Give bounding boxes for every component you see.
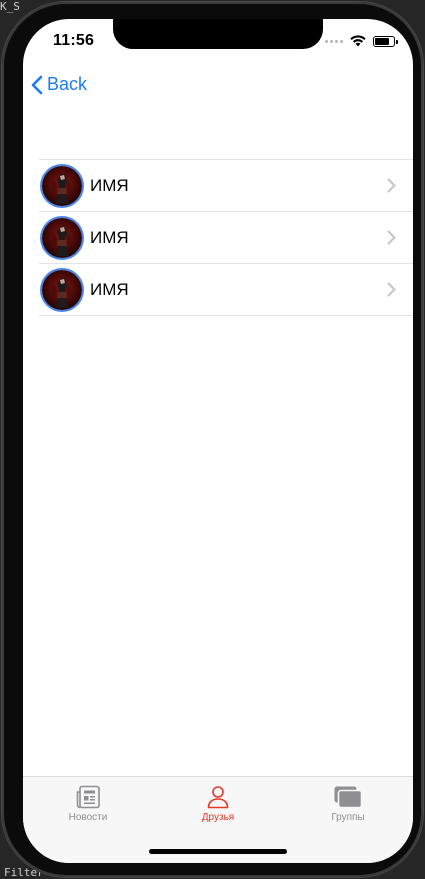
friend-row[interactable]: ИМЯ [39,159,413,211]
tab-friends[interactable]: Друзья [163,785,273,823]
phone-frame: 11:56 Back ИМЯ ИМЯ ИМЯ Новости Друзья Гр… [2,2,423,877]
friend-name: ИМЯ [90,227,129,247]
back-button[interactable]: Back [31,74,87,95]
friend-avatar [42,217,82,258]
chevron-right-icon [387,282,396,297]
wifi-icon [350,35,366,47]
person-icon [207,786,229,809]
friend-name: ИМЯ [90,279,129,299]
newspaper-icon [76,785,100,809]
cellular-signal-icon [325,39,343,43]
tab-groups[interactable]: Группы [293,785,403,823]
friend-row[interactable]: ИМЯ [39,263,413,316]
tab-friends-label: Друзья [201,812,235,823]
chevron-right-icon [387,230,396,245]
friend-name: ИМЯ [90,175,129,195]
friend-avatar [42,269,82,310]
tab-bar: Новости Друзья Группы [23,776,413,863]
chevron-left-icon [31,75,43,94]
home-indicator [149,849,287,854]
battery-icon [373,35,398,47]
backdrop-top-text: K_S [0,0,20,13]
tab-groups-label: Группы [331,812,365,823]
friend-row[interactable]: ИМЯ [39,211,413,263]
tab-news[interactable]: Новости [33,785,143,823]
back-button-label: Back [47,74,88,94]
stacked-rectangles-icon [334,786,363,809]
friends-list: ИМЯ ИМЯ ИМЯ [39,159,413,316]
friend-avatar [42,165,82,206]
chevron-right-icon [387,178,396,193]
tab-news-label: Новости [68,812,108,823]
status-time: 11:56 [53,32,95,49]
status-indicators [325,35,398,47]
device-notch [113,19,323,49]
app-screen: 11:56 Back ИМЯ ИМЯ ИМЯ Новости Друзья Гр… [23,19,413,863]
